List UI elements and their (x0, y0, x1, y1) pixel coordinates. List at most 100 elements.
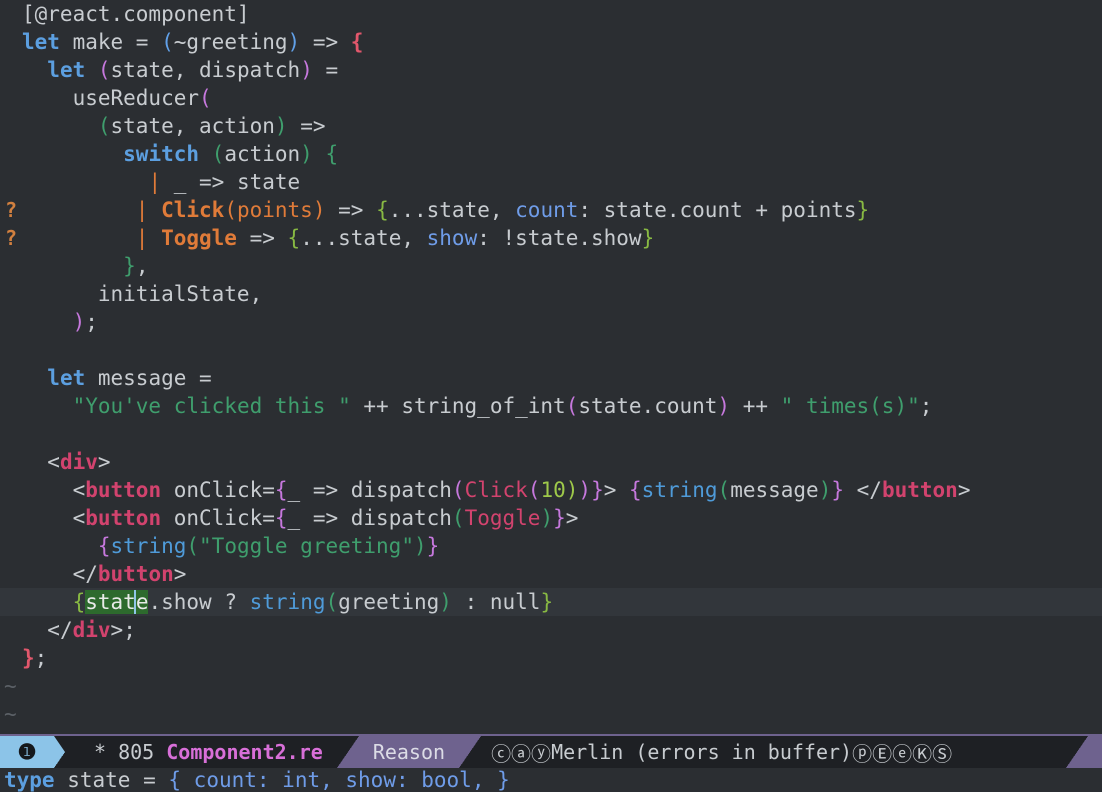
token: < (72, 478, 86, 502)
code-line: (state, action) => (0, 112, 1102, 140)
record-field-show: show (426, 226, 478, 250)
minor-mode-icons-right[interactable]: ⓟⒺⓔⓀⓈ (852, 738, 952, 767)
token: = (312, 58, 339, 82)
token: > (957, 478, 971, 502)
token: ) (717, 394, 731, 418)
code-buffer[interactable]: [@react.component] let make = (~greeting… (0, 0, 1102, 734)
function-string: string (249, 590, 326, 614)
token: ( (451, 478, 465, 502)
mode-line[interactable]: ❶ * 805 Component2.re Reason ⓒⓐⓨ Merlin (… (0, 734, 1102, 768)
keyword-let: let (22, 30, 60, 54)
token: greeting (338, 590, 440, 614)
code-line: [@react.component] (0, 0, 1102, 28)
token: => (287, 114, 326, 138)
mode-line-tail (1088, 736, 1102, 768)
token: string_of_int (401, 394, 566, 418)
token: ) (274, 114, 288, 138)
token: state, dispatch (110, 58, 301, 82)
token: useReducer (72, 86, 200, 110)
string-literal: "Toggle greeting" (199, 534, 414, 558)
jsx-tag-button: button (85, 506, 162, 530)
token: ) (72, 310, 86, 334)
fringe-marker-warning: ? (4, 226, 18, 250)
code-line: initialState, (0, 280, 1102, 308)
selected-text: stat (85, 590, 136, 614)
number-literal: 10 (540, 478, 566, 502)
empty-line-marker: ~ (4, 702, 17, 726)
token: ; (919, 394, 933, 418)
minor-mode-icons-left[interactable]: ⓒⓐⓨ (491, 738, 551, 767)
token: ( (161, 30, 174, 54)
token: ; (85, 310, 98, 334)
token: onClick= (161, 478, 275, 502)
token: } (426, 534, 440, 558)
token: ) (578, 478, 592, 502)
token: > (173, 562, 187, 586)
minibuffer-echo-area[interactable]: type state = { count: int, show: bool, } (0, 768, 1102, 792)
token: state, action (110, 114, 275, 138)
powerline-separator (459, 736, 482, 768)
token: ) (540, 506, 554, 530)
merlin-status[interactable]: Merlin (errors in buffer) (551, 740, 852, 764)
token: } (123, 254, 136, 278)
modified-flag: * (94, 740, 107, 764)
code-line: </div>; (0, 616, 1102, 644)
code-line: let make = (~greeting) => { (0, 28, 1102, 56)
token: > (110, 618, 124, 642)
major-mode-segment[interactable]: Reason (358, 736, 460, 768)
token: } (540, 590, 554, 614)
code-line: }, (0, 252, 1102, 280)
code-line: "You've clicked this " ++ string_of_int(… (0, 392, 1102, 420)
token: ( (325, 590, 339, 614)
powerline-separator (1066, 736, 1088, 768)
token: ) (439, 590, 452, 614)
empty-line-marker: ~ (4, 674, 17, 698)
token: ( (199, 86, 212, 110)
token: > (565, 506, 579, 530)
jsx-tag-div: div (72, 618, 111, 642)
token: ...state, (388, 198, 516, 222)
token: ( (224, 198, 237, 222)
buffer-name[interactable]: Component2.re (166, 740, 323, 764)
token: message = (85, 366, 212, 390)
token: ) (565, 478, 579, 502)
jsx-tag-button: button (97, 562, 174, 586)
token: { (629, 478, 642, 502)
token: ( (527, 478, 541, 502)
token: ; (34, 646, 48, 670)
token: < (72, 506, 86, 530)
attribute-decorator: [@react.component] (22, 2, 250, 26)
buffer-info-segment[interactable]: * 805 Component2.re (76, 736, 337, 768)
token: ...state, (300, 226, 427, 250)
code-line-warning: ? | Click(points) => {...state, count: s… (0, 196, 1102, 224)
code-line: useReducer( (0, 84, 1102, 112)
token: message (730, 478, 819, 502)
token: ( (717, 478, 731, 502)
token: : !state.show (477, 226, 642, 250)
token: ) (818, 478, 832, 502)
token: { (274, 506, 288, 530)
token: { (274, 478, 288, 502)
emacs-editor-window[interactable]: [@react.component] let make = (~greeting… (0, 0, 1102, 792)
token: onClick= (161, 506, 275, 530)
token: _ => state (161, 170, 301, 194)
token: } (497, 768, 510, 792)
keyword-let: let (47, 58, 86, 82)
window-number-badge[interactable]: ❶ (0, 736, 54, 768)
code-line: }; (0, 644, 1102, 672)
function-string: string (110, 534, 187, 558)
token: } (591, 478, 604, 502)
token: } (22, 646, 35, 670)
token: ) (287, 30, 301, 54)
token: > (603, 478, 630, 502)
code-line: </button> (0, 560, 1102, 588)
code-line: let message = (0, 364, 1102, 392)
token: { (312, 142, 339, 166)
token: ( (97, 114, 111, 138)
selected-text: e (135, 590, 149, 614)
code-line: let (state, dispatch) = (0, 56, 1102, 84)
code-line: <button onClick={_ => dispatch(Click(10)… (0, 476, 1102, 504)
minor-modes-segment[interactable]: ⓒⓐⓨ Merlin (errors in buffer) ⓟⒺⓔⓀⓈ (481, 736, 1066, 768)
token: , (135, 254, 149, 278)
